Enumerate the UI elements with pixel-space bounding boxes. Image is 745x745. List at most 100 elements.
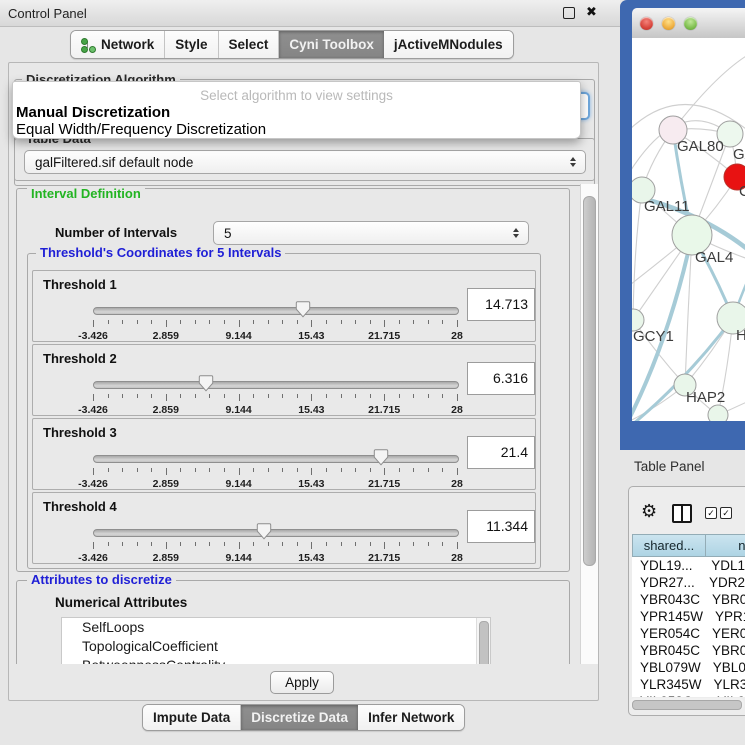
table-row[interactable]: YBR045CYBR0 [632,642,745,659]
tab-jactivemnodules[interactable]: jActiveMNodules [384,31,513,58]
tab-select[interactable]: Select [219,31,280,58]
minimize-traffic-light-icon[interactable] [662,17,675,30]
table-panel-title: Table Panel [634,459,705,474]
slider-track[interactable] [93,381,459,389]
main-vertical-scrollbar[interactable] [580,184,598,664]
table-row[interactable]: YBL079WYBL0 [632,659,745,676]
threshold-1-slider[interactable]: -3.4262.8599.14415.4321.71528 [93,299,457,339]
tick-mark [122,542,123,546]
gear-icon[interactable]: ⚙ [641,501,657,521]
close-traffic-light-icon[interactable] [640,17,653,30]
list-scrollbar[interactable] [476,618,490,664]
apply-button[interactable]: Apply [270,671,334,694]
tick-mark [195,542,196,546]
threshold-1-value-field[interactable]: 14.713 [467,288,535,321]
tick-mark [282,320,283,324]
table-row[interactable]: YBR043CYBR0 [632,591,745,608]
table-data-combobox[interactable]: galFiltered.sif default node [24,150,586,174]
table-row[interactable]: YPR145WYPR1 [632,608,745,625]
table-horizontal-scrollbar[interactable] [630,698,744,710]
table-row[interactable]: YIL052CYIL0 [632,693,745,697]
tick-mark [326,320,327,324]
checkbox-icon[interactable]: ✓ [720,507,732,519]
tab-impute-data[interactable]: Impute Data [143,705,241,730]
threshold-2-slider[interactable]: -3.4262.8599.14415.4321.71528 [93,373,457,413]
tick-mark [457,468,458,475]
column-header-name[interactable]: na [706,534,745,557]
tick-mark [341,394,342,398]
tick-mark [195,394,196,398]
tick-mark [282,394,283,398]
tick-mark [108,394,109,398]
table-cell: YER0 [700,626,745,641]
tick-mark [151,468,152,472]
tab-style[interactable]: Style [165,31,218,58]
list-item[interactable]: TopologicalCoefficient [62,637,490,656]
scrollbar-thumb[interactable] [632,700,742,710]
table-cell: YBR0 [700,592,745,607]
checkbox-icon[interactable]: ✓ [705,507,717,519]
dropdown-item-equal-width[interactable]: Equal Width/Frequency Discretization [13,121,580,138]
tick-mark [166,320,167,327]
slider-thumb[interactable] [296,301,311,318]
attributes-group: Attributes to discretize Numerical Attri… [16,580,570,664]
tab-discretize-data[interactable]: Discretize Data [241,705,358,730]
slider-thumb[interactable] [257,523,272,540]
label-partial-h: H [736,327,745,344]
number-of-intervals-combobox[interactable]: 5 [213,221,529,245]
threshold-2-value-field[interactable]: 6.316 [467,362,535,395]
tick-label: 28 [451,552,463,564]
tick-label: 21.715 [368,404,400,416]
tick-mark [428,320,429,324]
dropdown-placeholder-item[interactable]: Select algorithm to view settings [13,82,580,104]
tick-mark [93,468,94,475]
tick-mark [253,468,254,472]
close-icon[interactable]: ✖ [586,4,597,20]
scrollbar-thumb[interactable] [583,196,596,566]
network-canvas[interactable]: GAL80 GA C GAL11 GAL4 GCY1 H HAP2 [632,38,745,421]
list-item[interactable]: SelfLoops [62,618,490,637]
table-row[interactable]: YDR27...YDR2 [632,574,745,591]
columns-icon[interactable] [672,504,692,523]
threshold-4-value-field[interactable]: 11.344 [467,510,535,543]
slider-thumb[interactable] [198,375,213,392]
table-row[interactable]: YER054CYER0 [632,625,745,642]
slider-track[interactable] [93,455,459,463]
table-cell: YBR045C [632,643,700,658]
tab-jactivemnodules-label: jActiveMNodules [394,37,503,52]
tick-mark [180,468,181,472]
column-header-shared[interactable]: shared... [632,534,706,557]
tab-infer-network[interactable]: Infer Network [358,705,464,730]
dropdown-item-manual-discretization[interactable]: Manual Discretization [13,104,580,121]
tick-mark [399,320,400,324]
slider-tick-labels: -3.4262.8599.14415.4321.71528 [93,552,457,564]
tab-cyni-toolbox[interactable]: Cyni Toolbox [279,31,384,58]
slider-track[interactable] [93,307,459,315]
slider-track[interactable] [93,529,459,537]
tab-network-label: Network [101,37,154,52]
table-cell: YDR2 [697,575,745,590]
table-row[interactable]: YLR345WYLR3 [632,676,745,693]
label-gal80: GAL80 [677,138,724,155]
tick-mark [384,542,385,549]
zoom-traffic-light-icon[interactable] [684,17,697,30]
slider-thumb[interactable] [373,449,388,466]
tab-network[interactable]: Network [71,31,165,58]
threshold-4-slider[interactable]: -3.4262.8599.14415.4321.71528 [93,521,457,561]
tick-mark [268,542,269,546]
tick-mark [239,320,240,327]
float-window-icon[interactable] [563,7,575,19]
tick-mark [282,542,283,546]
tick-mark [239,394,240,401]
threshold-3-value-field[interactable]: 21.4 [467,436,535,469]
table-row[interactable]: YDL19...YDL1 [632,557,745,574]
tick-mark [151,394,152,398]
tick-label: -3.426 [78,552,108,564]
node-bottom[interactable] [708,405,728,421]
tick-mark [137,320,138,324]
interval-definition-group-title: Interval Definition [27,186,145,201]
threshold-3-slider[interactable]: -3.4262.8599.14415.4321.71528 [93,447,457,487]
list-item[interactable]: BetweennessCentrality [62,656,490,664]
tick-mark [93,320,94,327]
tick-mark [224,394,225,398]
